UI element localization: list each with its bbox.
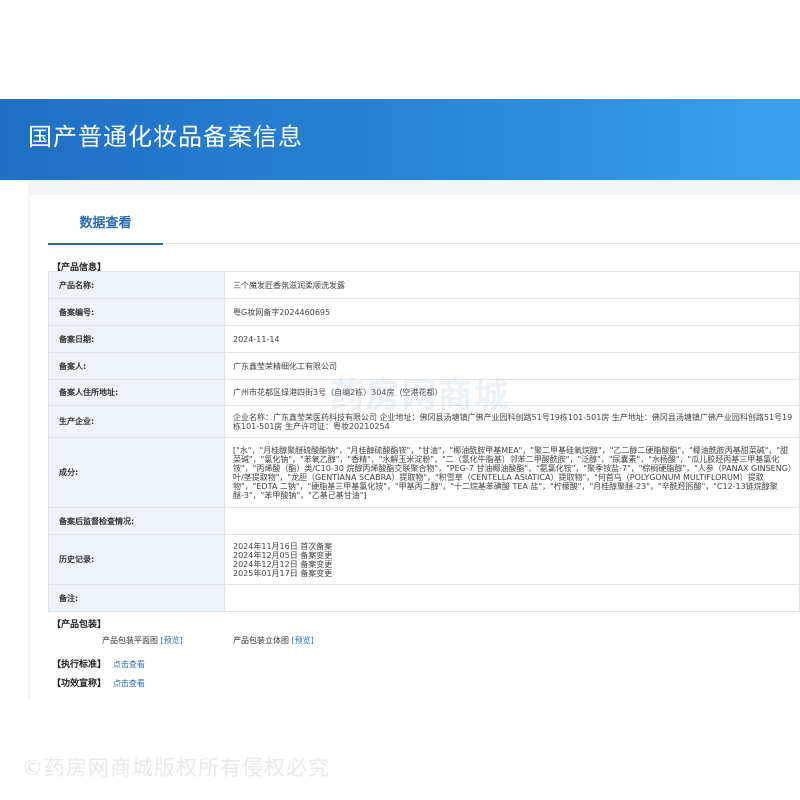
manufacturer-value: 企业名称：广东鑫莹荣医药科技有限公司 企业地址：佛冈县汤塘镇广佛产业园科创路51… — [224, 405, 800, 438]
packaging-section-title: 【产品包装】 — [52, 620, 107, 630]
registrant-value: 广东鑫莹荣精细化工有限公司 — [224, 352, 800, 380]
table-row: 历史记录: 2024年11月16日 首次备案 2024年12月05日 备案变更 … — [48, 534, 800, 585]
record-number-value: 粤G妆网备字2024460695 — [224, 298, 800, 326]
packaging-flat-preview-link[interactable]: [预览] — [161, 636, 183, 645]
supervision-value — [224, 507, 800, 535]
page-header-banner: 国产普通化妆品备案信息 — [0, 99, 800, 180]
table-row: 产品名称: 三个魔发匠香氛滋润柔顺洗发露 — [48, 271, 800, 299]
watermark-center: 药房网商城 — [330, 376, 510, 416]
row-label-registrant-address: 备案人住所地址: — [48, 379, 225, 406]
claims-row: 【功效宣称】 点击查看 — [52, 676, 145, 689]
standard-view-link[interactable]: 点击查看 — [113, 660, 145, 669]
history-value: 2024年11月16日 首次备案 2024年12月05日 备案变更 2024年1… — [224, 534, 800, 585]
standard-label: 【执行标准】 — [52, 660, 107, 670]
tab-bar: 数据查看 — [48, 205, 800, 245]
claims-view-link[interactable]: 点击查看 — [113, 679, 145, 688]
table-row: 备注: — [48, 584, 800, 612]
row-label-history: 历史记录: — [48, 534, 225, 585]
packaging-3d-preview-link[interactable]: [预览] — [292, 636, 314, 645]
history-entry: 2025年01月17日 备案变更 — [233, 568, 333, 578]
row-label-supervision: 备案后监督检查情况: — [48, 507, 225, 535]
product-name-value: 三个魔发匠香氛滋润柔顺洗发露 — [224, 271, 800, 299]
history-entry: 2024年11月16日 首次备案 — [233, 541, 333, 551]
row-label-ingredients: 成分: — [48, 437, 225, 508]
packaging-3d-item: 产品包装立体图 [预览] — [233, 635, 314, 646]
packaging-3d-label: 产品包装立体图 — [233, 636, 289, 645]
row-label-record-date: 备案日期: — [48, 325, 225, 353]
row-label-registrant: 备案人: — [48, 352, 225, 380]
table-row: 备案编号: 粤G妆网备字2024460695 — [48, 298, 800, 326]
row-label-remarks: 备注: — [48, 584, 225, 612]
history-entry: 2024年12月12日 备案变更 — [233, 559, 333, 569]
packaging-flat-item: 产品包装平面图 [预览] — [102, 635, 183, 646]
watermark-bottom: ©药房网商城版权所有侵权必究 — [22, 756, 330, 780]
packaging-flat-label: 产品包装平面图 — [102, 636, 158, 645]
table-row: 成分: ["水"，"月桂醇聚醚硫酸酯钠"，"月桂醇硫酸酯铵"，"甘油"，"椰油酰… — [48, 437, 800, 508]
row-label-product-name: 产品名称: — [48, 271, 225, 299]
history-entry: 2024年12月05日 备案变更 — [233, 550, 333, 560]
row-label-manufacturer: 生产企业: — [48, 405, 225, 438]
standard-row: 【执行标准】 点击查看 — [52, 657, 145, 670]
product-info-table: 产品名称: 三个魔发匠香氛滋润柔顺洗发露 备案编号: 粤G妆网备字2024460… — [48, 271, 800, 612]
ingredients-value: ["水"，"月桂醇聚醚硫酸酯钠"，"月桂醇硫酸酯铵"，"甘油"，"椰油酰胺甲基M… — [224, 437, 800, 508]
table-row: 备案后监督检查情况: — [48, 507, 800, 535]
tab-data-view[interactable]: 数据查看 — [48, 205, 163, 245]
record-date-value: 2024-11-14 — [224, 325, 800, 353]
row-label-record-number: 备案编号: — [48, 298, 225, 326]
page-title: 国产普通化妆品备案信息 — [28, 123, 303, 151]
claims-label: 【功效宣称】 — [52, 679, 107, 689]
table-row: 备案日期: 2024-11-14 — [48, 325, 800, 353]
registrant-address-value: 广州市花都区绿港四街3号（自编2栋）304房（空港花都） — [224, 379, 800, 406]
remarks-value — [224, 584, 800, 612]
